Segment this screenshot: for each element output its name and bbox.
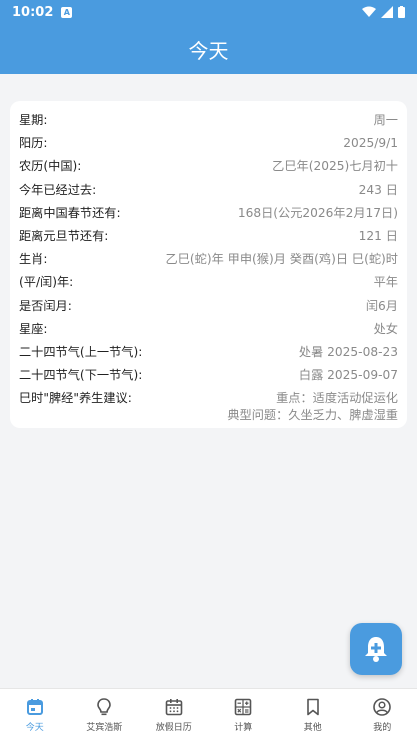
row-label: 巳时"脾经"养生建议:: [19, 391, 132, 406]
status-icons: [362, 6, 405, 18]
row-value: 乙巳(蛇)年 甲申(猴)月 癸酉(鸡)日 巳(蛇)时: [165, 252, 398, 267]
row-value: 闰6月: [365, 298, 398, 313]
signal-icon: [381, 6, 393, 18]
nav-label: 今天: [25, 723, 44, 733]
info-row: (平/闰)年: 平年: [19, 271, 398, 294]
row-label: 星期:: [19, 113, 48, 127]
row-value: 2025/9/1: [343, 136, 398, 151]
battery-icon: [398, 6, 405, 18]
row-label: 农历(中国):: [19, 159, 82, 174]
nav-label: 放假日历: [155, 723, 192, 733]
info-row: 是否闰月: 闰6月: [19, 295, 398, 318]
info-row: 星期: 周一: [19, 109, 398, 132]
app-bar: 今天: [0, 24, 417, 74]
nav-label: 艾宾浩斯: [86, 723, 123, 733]
row-label: 阳历:: [19, 136, 48, 151]
calculator-icon: [234, 698, 252, 716]
user-icon: [373, 698, 392, 716]
nav-label: 我的: [373, 723, 392, 733]
info-row: 二十四节气(上一节气): 处暑 2025-08-23: [19, 341, 398, 364]
row-value: 处女: [373, 321, 398, 336]
notification-icon: A: [61, 6, 73, 18]
bookmark-icon: [306, 698, 319, 716]
info-row: 二十四节气(下一节气): 白露 2025-09-07: [19, 364, 398, 387]
row-label: 二十四节气(上一节气):: [19, 344, 143, 359]
nav-holiday-calendar[interactable]: 放假日历: [139, 689, 209, 741]
page-title: 今天: [188, 38, 229, 63]
info-row: 距离元旦节还有: 121 日: [19, 225, 398, 248]
row-label: 二十四节气(下一节气):: [19, 368, 143, 383]
row-label: 距离元旦节还有:: [19, 228, 109, 243]
nav-today[interactable]: 今天: [0, 689, 70, 741]
row-label: 星座:: [19, 321, 48, 336]
info-row: 农历(中国): 乙巳年(2025)七月初十: [19, 155, 398, 178]
row-label: 是否闰月:: [19, 298, 72, 313]
info-row: 阳历: 2025/9/1: [19, 132, 398, 155]
advice-focus: 重点：适度活动促运化: [276, 391, 398, 406]
row-value: 168日(公元2026年2月17日): [237, 205, 398, 220]
row-value: 重点：适度活动促运化 典型问题：久坐乏力、脾虚湿重: [227, 390, 398, 424]
calendar-grid-icon: [165, 699, 183, 716]
nav-profile[interactable]: 我的: [348, 689, 417, 741]
wifi-icon: [362, 6, 376, 17]
health-advice-row: 巳时"脾经"养生建议: 重点：适度活动促运化 典型问题：久坐乏力、脾虚湿重: [19, 387, 398, 424]
nav-label: 其他: [303, 723, 322, 733]
nav-ebbinghaus[interactable]: 艾宾浩斯: [70, 689, 140, 741]
row-value: 121 日: [358, 228, 398, 243]
row-value: 平年: [373, 275, 398, 290]
nav-label: 计算: [234, 723, 253, 733]
info-row: 距离中国春节还有: 168日(公元2026年2月17日): [19, 202, 398, 225]
nav-calculate[interactable]: 计算: [209, 689, 279, 741]
advice-problem: 典型问题：久坐乏力、脾虚湿重: [227, 408, 398, 423]
row-value: 243 日: [358, 182, 398, 197]
lightbulb-icon: [97, 698, 112, 716]
info-row: 今年已经过去: 243 日: [19, 179, 398, 202]
nav-other[interactable]: 其他: [278, 689, 348, 741]
info-card: 星期: 周一 阳历: 2025/9/1 农历(中国): 乙巳年(2025)七月初十 今…: [10, 101, 407, 428]
bottom-navigation: 今天 艾宾浩斯 放假日历 计算 其他 我的: [0, 688, 417, 741]
add-reminder-button[interactable]: [350, 623, 402, 675]
row-label: 生肖:: [19, 252, 48, 267]
row-value: 周一: [373, 113, 398, 127]
row-label: 今年已经过去:: [19, 182, 97, 197]
row-value: 白露 2025-09-07: [298, 368, 398, 383]
info-row: 星座: 处女: [19, 318, 398, 341]
status-time: 10:02: [12, 4, 54, 20]
calendar-today-icon: [26, 699, 43, 715]
row-label: 距离中国春节还有:: [19, 205, 121, 220]
row-value: 乙巳年(2025)七月初十: [272, 159, 398, 174]
info-row: 生肖: 乙巳(蛇)年 甲申(猴)月 癸酉(鸡)日 巳(蛇)时: [19, 248, 398, 271]
bell-plus-icon: [365, 637, 387, 662]
status-bar: 10:02 A: [0, 0, 417, 24]
row-value: 处暑 2025-08-23: [298, 344, 398, 359]
row-label: (平/闰)年:: [19, 275, 74, 290]
